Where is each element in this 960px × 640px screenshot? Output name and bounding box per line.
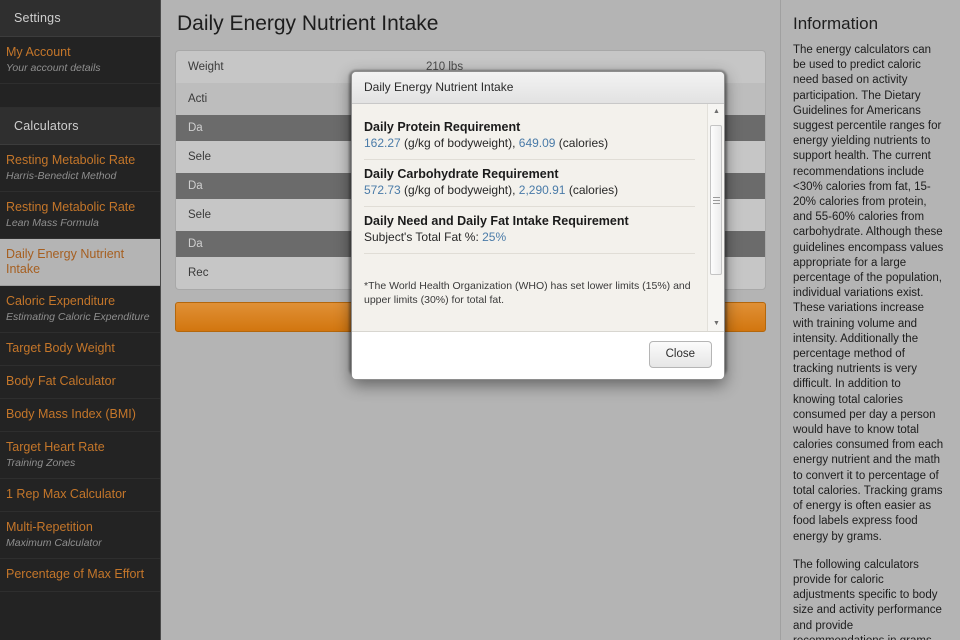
sidebar-item-target-heart-rate[interactable]: Target Heart Rate Training Zones [0,432,160,479]
protein-grams-value: 162.27 [364,136,401,150]
carbohydrate-calories-value: 2,290.91 [518,183,566,197]
sidebar-item-label: Resting Metabolic Rate [6,200,136,214]
fat-label: Subject's Total Fat %: [364,230,483,244]
sidebar-item-one-rep-max-calculator[interactable]: 1 Rep Max Calculator [0,479,160,512]
scrollbar-track[interactable] [708,119,724,316]
who-footnote: *The World Health Organization (WHO) has… [364,280,691,306]
result-carbohydrate: Daily Carbohydrate Requirement 572.73 (g… [364,160,695,207]
sidebar-item-target-body-weight[interactable]: Target Body Weight [0,333,160,366]
sidebar-item-sublabel: Maximum Calculator [6,537,102,549]
sidebar-item-label: Percentage of Max Effort [6,567,145,581]
result-protein: Daily Protein Requirement 162.27 (g/kg o… [364,113,695,160]
sidebar-item-label: Daily Energy Nutrient Intake [6,247,125,276]
carbohydrate-calories-unit: (calories) [565,183,619,197]
sidebar-item-rmr-lean-mass[interactable]: Resting Metabolic Rate Lean Mass Formula [0,192,160,239]
sidebar-item-sublabel: Lean Mass Formula [6,217,99,229]
dialog-vertical-scrollbar[interactable]: ▲ ▼ [707,104,724,331]
sidebar-item-sublabel: Your account details [6,62,101,74]
information-paragraph-2: The following calculators provide for ca… [793,558,942,640]
scrollbar-thumb[interactable] [710,125,722,275]
result-value-line: Subject's Total Fat %: 25% [364,230,695,244]
sidebar-item-rmr-harris-benedict[interactable]: Resting Metabolic Rate Harris-Benedict M… [0,145,160,192]
daily-energy-nutrient-intake-dialog: Daily Energy Nutrient Intake Daily Prote… [351,71,725,380]
page-title: Daily Energy Nutrient Intake [177,12,439,35]
sidebar-item-label: 1 Rep Max Calculator [6,487,127,501]
result-heading: Daily Need and Daily Fat Intake Requirem… [364,214,629,228]
sidebar-item-label: Body Mass Index (BMI) [6,407,136,421]
result-fat: Daily Need and Daily Fat Intake Requirem… [364,207,695,254]
result-value-line: 572.73 (g/kg of bodyweight), 2,290.91 (c… [364,183,695,197]
sidebar-item-label: Target Body Weight [6,341,115,355]
sidebar-item-body-fat-calculator[interactable]: Body Fat Calculator [0,366,160,399]
dialog-title: Daily Energy Nutrient Intake [352,72,724,104]
sidebar-item-sublabel: Harris-Benedict Method [6,170,117,182]
information-heading: Information [793,14,879,33]
sidebar: Settings My Account Your account details… [0,0,161,640]
result-heading: Daily Carbohydrate Requirement [364,167,559,181]
sidebar-header-settings: Settings [0,0,160,37]
protein-calories-unit: (calories) [555,136,609,150]
dialog-footer: Close [352,332,724,379]
sidebar-item-sublabel: Estimating Caloric Expenditure [6,311,150,323]
sidebar-item-percentage-of-max-effort[interactable]: Percentage of Max Effort [0,559,160,592]
sidebar-spacer [0,84,160,108]
carbohydrate-grams-value: 572.73 [364,183,401,197]
sidebar-item-sublabel: Training Zones [6,457,76,469]
sidebar-item-caloric-expenditure[interactable]: Caloric Expenditure Estimating Caloric E… [0,286,160,333]
sidebar-header-calculators: Calculators [0,108,160,145]
sidebar-item-label: Multi-Repetition [6,520,93,534]
result-value-line: 162.27 (g/kg of bodyweight), 649.09 (cal… [364,136,695,150]
scroll-up-arrow-icon[interactable]: ▲ [708,104,724,119]
app-root: Settings My Account Your account details… [0,0,960,640]
protein-calories-value: 649.09 [518,136,556,150]
result-heading: Daily Protein Requirement [364,120,521,134]
dialog-body: Daily Protein Requirement 162.27 (g/kg o… [352,104,724,332]
information-panel: Information The energy calculators can b… [780,0,960,640]
scroll-down-arrow-icon[interactable]: ▼ [708,316,724,331]
sidebar-item-body-mass-index[interactable]: Body Mass Index (BMI) [0,399,160,432]
sidebar-item-daily-energy-nutrient-intake[interactable]: Daily Energy Nutrient Intake [0,239,160,286]
sidebar-item-label: Body Fat Calculator [6,374,116,388]
scrollbar-grip-icon [712,195,720,206]
carbohydrate-grams-unit: (g/kg of bodyweight), [400,183,519,197]
sidebar-item-label: Resting Metabolic Rate [6,153,136,167]
sidebar-item-label: Target Heart Rate [6,440,105,454]
sidebar-item-multi-repetition[interactable]: Multi-Repetition Maximum Calculator [0,512,160,559]
main-content: Daily Energy Nutrient Intake Weight 210 … [161,0,780,640]
dialog-scroll-content: Daily Protein Requirement 162.27 (g/kg o… [352,104,707,331]
fat-percent-value: 25% [482,230,507,244]
close-button[interactable]: Close [648,341,712,368]
protein-grams-unit: (g/kg of bodyweight), [400,136,519,150]
sidebar-item-label: Caloric Expenditure [6,294,116,308]
sidebar-item-my-account[interactable]: My Account Your account details [0,37,160,84]
information-paragraph-1: The energy calculators can be used to pr… [793,44,944,543]
sidebar-item-label: My Account [6,45,71,59]
